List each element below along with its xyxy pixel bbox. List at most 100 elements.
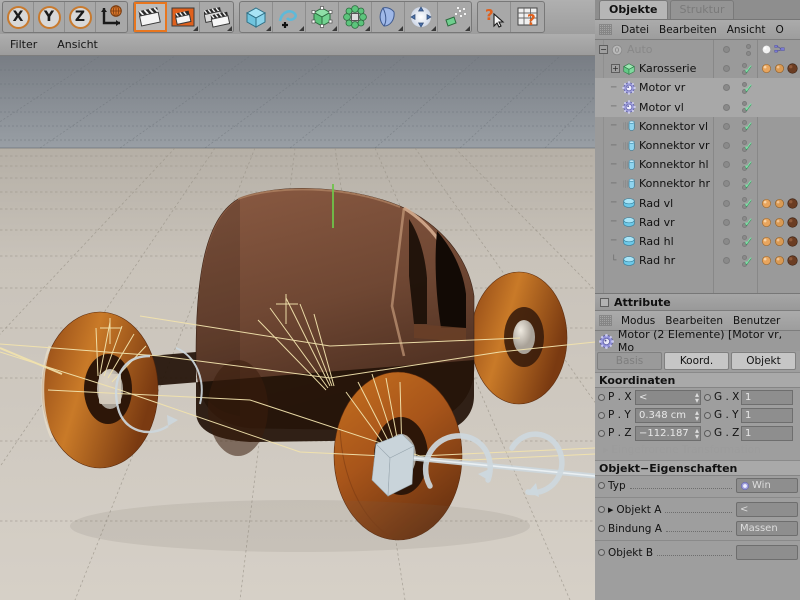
editor-render-dots[interactable]: ✓	[737, 98, 759, 117]
editor-render-dots[interactable]: ✓	[737, 59, 759, 78]
panel-grip-icon[interactable]	[599, 315, 612, 326]
material-tag[interactable]	[787, 63, 798, 74]
am-menu-modus[interactable]: Modus	[616, 315, 660, 327]
object-row[interactable]: +Karosserie✓	[595, 59, 800, 78]
attribute-collapse-icon[interactable]	[600, 298, 609, 307]
visibility-dot[interactable]	[715, 59, 737, 78]
editor-render-dots[interactable]: ✓	[737, 232, 759, 251]
attr-tab-koord[interactable]: Koord.	[664, 352, 729, 370]
visibility-dot[interactable]	[715, 117, 737, 136]
property-radio[interactable]	[598, 549, 605, 556]
collider-tag[interactable]	[774, 255, 785, 266]
object-row[interactable]: └Rad hr✓	[595, 251, 800, 270]
coordinate-size-field[interactable]: 1	[741, 426, 793, 441]
add-deformer-button[interactable]	[372, 2, 405, 32]
render-region-button[interactable]	[167, 2, 200, 32]
am-menu-bearbeiten[interactable]: Bearbeiten	[660, 315, 728, 327]
collider-tag[interactable]	[774, 63, 785, 74]
size-radio[interactable]	[704, 412, 711, 419]
question-cursor-icon[interactable]: ?	[478, 2, 511, 32]
visibility-dot[interactable]	[715, 155, 737, 174]
coordinate-position-field[interactable]: −112.187▴▾	[635, 426, 701, 441]
property-value-field[interactable]	[736, 545, 798, 560]
object-row[interactable]: ─Konnektor vl✓	[595, 117, 800, 136]
spinner-icon[interactable]: ▴▾	[695, 392, 699, 404]
visibility-dot[interactable]	[715, 232, 737, 251]
add-spline-button[interactable]	[273, 2, 306, 32]
add-array-button[interactable]	[339, 2, 372, 32]
attr-tab-basis[interactable]: Basis	[597, 352, 662, 370]
coordinate-size-field[interactable]: 1	[741, 390, 793, 405]
visibility-dot[interactable]	[715, 213, 737, 232]
coordinate-radio[interactable]	[598, 430, 605, 437]
editor-render-dots[interactable]: ✓	[737, 194, 759, 213]
object-row[interactable]: ─Motor vr✓	[595, 78, 800, 97]
size-radio[interactable]	[704, 430, 711, 437]
property-radio[interactable]	[598, 506, 605, 513]
material-tag[interactable]	[787, 255, 798, 266]
size-radio[interactable]	[704, 394, 711, 401]
om-menu-ansicht[interactable]: Ansicht	[722, 24, 771, 36]
editor-render-dots[interactable]: ✓	[737, 213, 759, 232]
expand-toggle-icon[interactable]: +	[611, 64, 620, 73]
editor-render-dots[interactable]	[737, 40, 759, 59]
dynamics-tag[interactable]	[761, 217, 772, 228]
visibility-dot[interactable]	[715, 174, 737, 193]
collider-tag[interactable]	[774, 236, 785, 247]
render-settings-button[interactable]	[200, 2, 233, 32]
add-particles-button[interactable]	[438, 2, 471, 32]
tab-objekte[interactable]: Objekte	[599, 0, 668, 19]
coordinate-position-field[interactable]: <▴▾	[635, 390, 701, 405]
world-coordinate-system-icon[interactable]	[96, 2, 127, 32]
frozen-transform-row[interactable]: ▶ Eingefrorene Transformation	[595, 442, 800, 458]
property-radio[interactable]	[598, 525, 605, 532]
render-view-button[interactable]	[134, 2, 167, 32]
editor-render-dots[interactable]: ✓	[737, 78, 759, 97]
property-value-field[interactable]: <	[736, 502, 798, 517]
om-menu-datei[interactable]: Datei	[616, 24, 654, 36]
object-row[interactable]: ─Rad vl✓	[595, 194, 800, 213]
viewport-menu-filter[interactable]: Filter	[0, 38, 47, 51]
coordinate-radio[interactable]	[598, 412, 605, 419]
visibility-dot[interactable]	[715, 40, 737, 59]
object-row[interactable]: ─Konnektor vr✓	[595, 136, 800, 155]
add-generator-button[interactable]	[306, 2, 339, 32]
object-manager-tree[interactable]: −0Auto+Karosserie✓─Motor vr✓─Motor vl✓─K…	[595, 40, 800, 293]
visibility-dot[interactable]	[715, 194, 737, 213]
dynamics-tag[interactable]	[761, 198, 772, 209]
editor-render-dots[interactable]: ✓	[737, 251, 759, 270]
collider-tag[interactable]	[774, 217, 785, 228]
material-tag[interactable]	[787, 217, 798, 228]
axis-z-button[interactable]: Z	[65, 2, 96, 32]
dynamics-tag[interactable]	[761, 63, 772, 74]
property-radio[interactable]	[598, 482, 605, 489]
object-row[interactable]: ─Rad vr✓	[595, 213, 800, 232]
viewport-menu-ansicht[interactable]: Ansicht	[47, 38, 108, 51]
om-menu-objekte[interactable]: O	[771, 24, 789, 36]
material-tag[interactable]	[787, 198, 798, 209]
coordinate-radio[interactable]	[598, 394, 605, 401]
spinner-icon[interactable]: ▴▾	[695, 410, 699, 422]
tab-struktur[interactable]: Struktur	[670, 0, 735, 19]
property-value-field[interactable]: Massen	[736, 521, 798, 536]
editor-render-dots[interactable]: ✓	[737, 155, 759, 174]
collider-tag[interactable]	[774, 198, 785, 209]
collapse-toggle-icon[interactable]: −	[599, 45, 608, 54]
object-row[interactable]: ─Rad hl✓	[595, 232, 800, 251]
axis-x-button[interactable]: X	[3, 2, 34, 32]
question-table-icon[interactable]: ?	[511, 2, 544, 32]
visibility-dot[interactable]	[715, 98, 737, 117]
editor-render-dots[interactable]: ✓	[737, 136, 759, 155]
object-row[interactable]: −0Auto	[595, 40, 800, 59]
am-menu-benutzer[interactable]: Benutzer	[728, 315, 785, 327]
xpresso-tag[interactable]	[774, 44, 785, 55]
visibility-dot[interactable]	[715, 251, 737, 270]
spinner-icon[interactable]: ▴▾	[695, 428, 699, 440]
axis-y-button[interactable]: Y	[34, 2, 65, 32]
coordinate-position-field[interactable]: 0.348 cm▴▾	[635, 408, 701, 423]
visibility-dot[interactable]	[715, 136, 737, 155]
object-row[interactable]: ─Konnektor hr✓	[595, 174, 800, 193]
object-row[interactable]: ─Motor vl✓	[595, 98, 800, 117]
dynamics-tag[interactable]	[761, 255, 772, 266]
attr-tab-objekt[interactable]: Objekt	[731, 352, 796, 370]
